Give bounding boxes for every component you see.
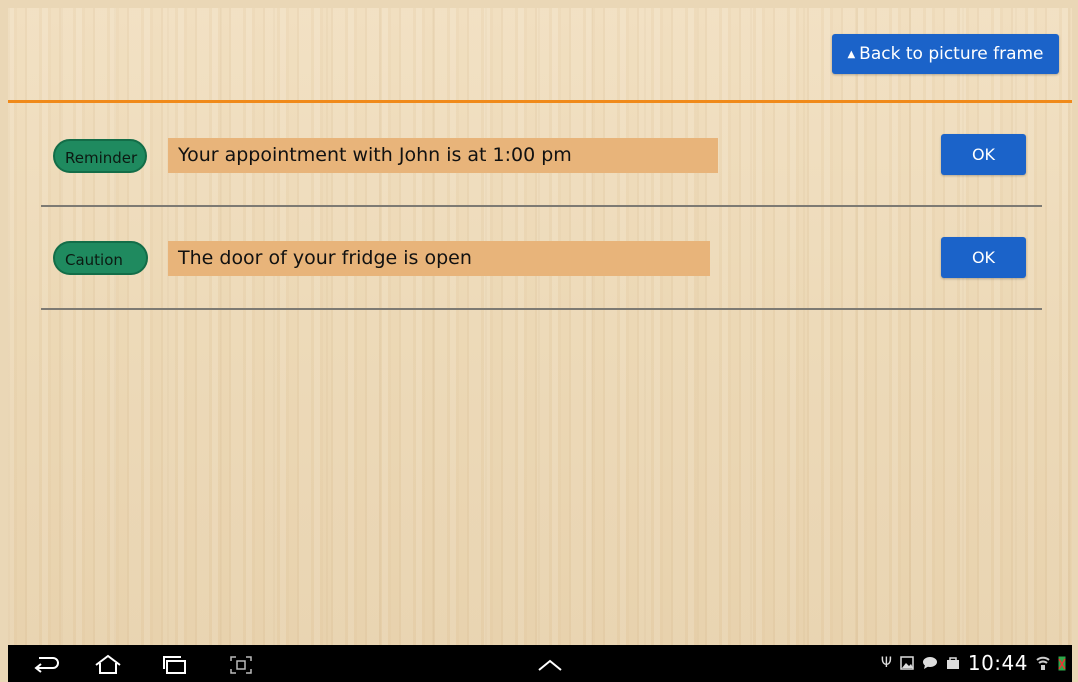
battery-icon xyxy=(1058,645,1066,682)
system-navigation-bar: Ψ 10:44 xyxy=(8,645,1072,682)
usb-icon: Ψ xyxy=(880,655,892,671)
home-icon[interactable] xyxy=(90,645,126,682)
wifi-icon xyxy=(1036,645,1050,682)
chevron-up-icon[interactable] xyxy=(533,645,567,682)
app-screen: ▲ Back to picture frame Reminder Your app… xyxy=(8,8,1072,645)
back-button-label: Back to picture frame xyxy=(859,44,1044,64)
chat-icon xyxy=(922,645,938,682)
notification-message: The door of your fridge is open xyxy=(168,241,710,276)
ok-button-caution[interactable]: OK xyxy=(941,237,1026,278)
notification-row-caution: Caution The door of your fridge is open … xyxy=(8,236,1072,340)
shopping-bag-icon xyxy=(946,645,960,682)
row-divider xyxy=(41,308,1042,310)
back-icon[interactable] xyxy=(30,645,62,682)
reminder-badge: Reminder xyxy=(53,139,147,173)
header-divider xyxy=(8,100,1072,103)
ok-button-reminder[interactable]: OK xyxy=(941,134,1026,175)
row-divider xyxy=(41,205,1042,207)
screenshot-icon[interactable] xyxy=(224,645,258,682)
notification-message: Your appointment with John is at 1:00 pm xyxy=(168,138,718,173)
recent-apps-icon[interactable] xyxy=(158,645,192,682)
status-area: Ψ 10:44 xyxy=(881,645,1066,682)
caution-badge: Caution xyxy=(53,241,148,275)
clock: 10:44 xyxy=(967,651,1028,675)
notification-row-reminder: Reminder Your appointment with John is a… xyxy=(8,132,1072,236)
gallery-icon xyxy=(900,645,914,682)
back-to-picture-frame-button[interactable]: ▲ Back to picture frame xyxy=(832,34,1059,74)
triangle-up-icon: ▲ xyxy=(847,49,856,60)
